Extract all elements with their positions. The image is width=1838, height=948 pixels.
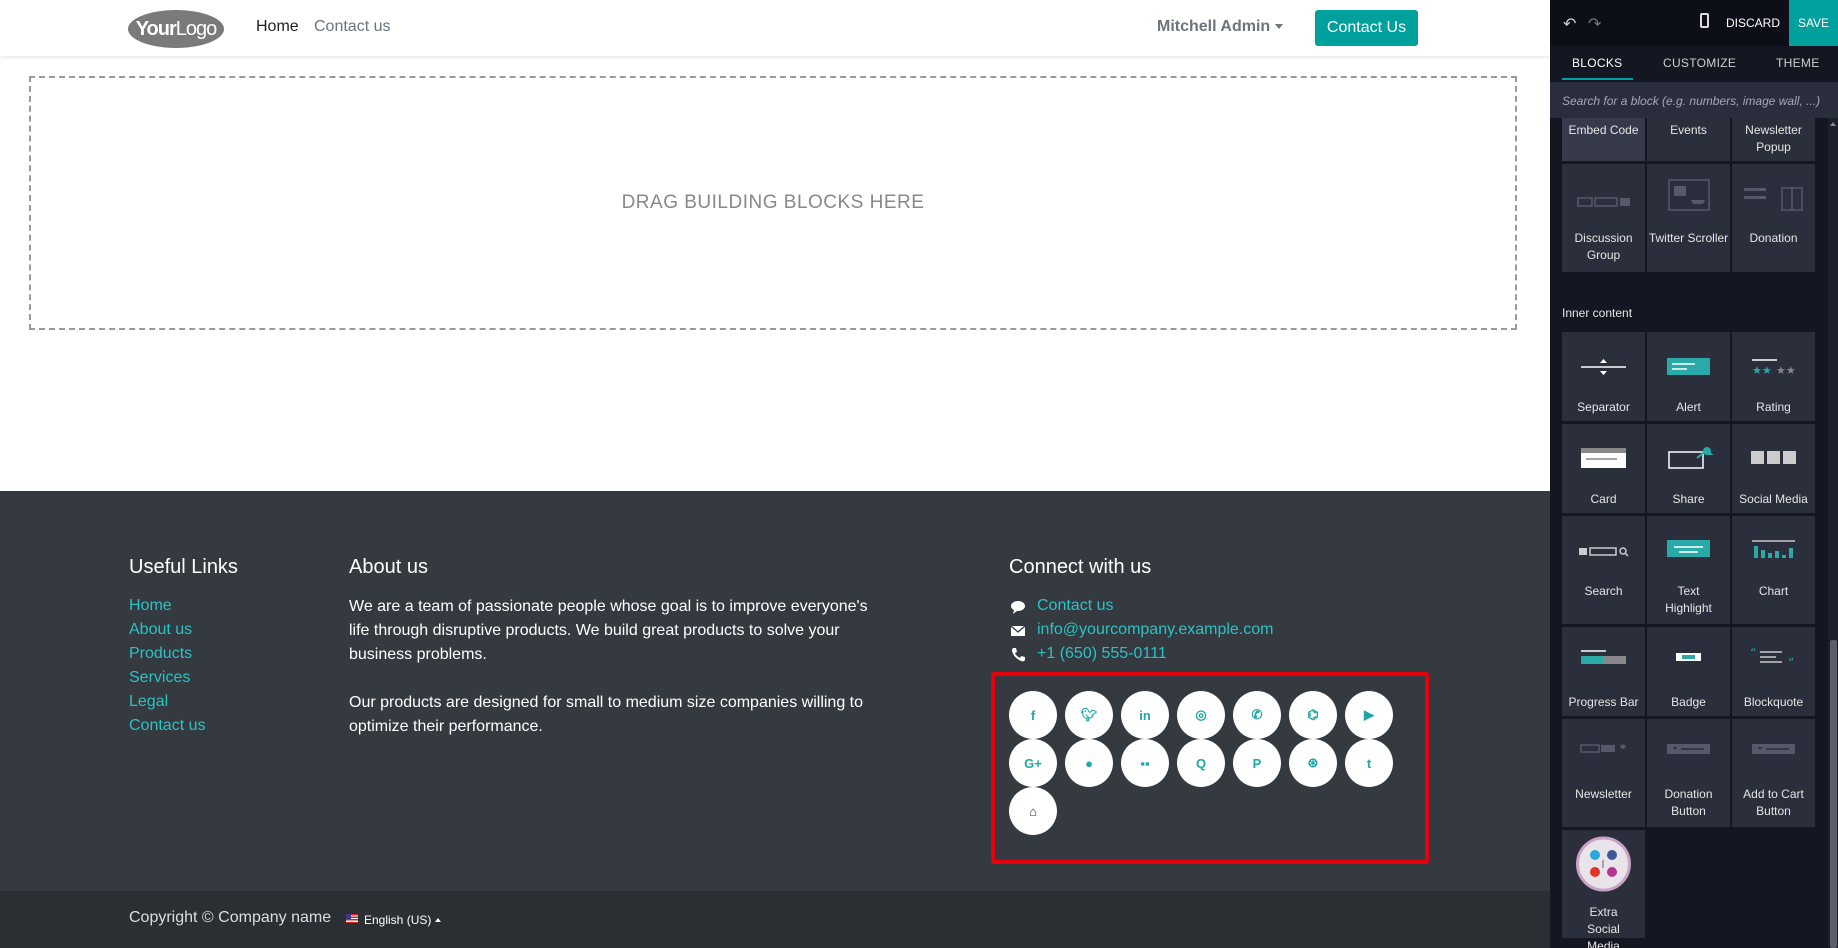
gift-icon bbox=[1744, 187, 1803, 211]
envelope-icon bbox=[1010, 625, 1026, 636]
discard-button[interactable]: DISCARD bbox=[1726, 16, 1780, 30]
block-add-to-cart-button[interactable]: Add to Cart Button bbox=[1732, 719, 1815, 827]
svg-text:”: ” bbox=[1788, 656, 1794, 670]
nav-home-link[interactable]: Home bbox=[256, 18, 299, 36]
block-events[interactable]: Events bbox=[1647, 118, 1730, 161]
block-card[interactable]: Card bbox=[1562, 424, 1645, 513]
footer-link-contact[interactable]: Contact us bbox=[129, 717, 205, 735]
editor-toolbar: ↶ ↷ DISCARD SAVE bbox=[1550, 0, 1838, 46]
footer-link-about[interactable]: About us bbox=[129, 621, 192, 639]
blockquote-icon: “” bbox=[1750, 646, 1794, 670]
block-separator[interactable]: Separator bbox=[1562, 332, 1645, 421]
redo-icon[interactable]: ↷ bbox=[1588, 14, 1601, 34]
block-search-input[interactable] bbox=[1560, 90, 1830, 112]
editor-tabs: BLOCKS CUSTOMIZE THEME bbox=[1550, 46, 1838, 82]
block-chart[interactable]: Chart bbox=[1732, 516, 1815, 624]
search-icon bbox=[1579, 547, 1629, 557]
block-twitter-scroller[interactable]: Twitter Scroller bbox=[1647, 164, 1730, 272]
badge-icon bbox=[1676, 653, 1701, 661]
language-selector[interactable]: English (US) bbox=[364, 913, 431, 927]
block-rating[interactable]: ★★ ★★ Rating bbox=[1732, 332, 1815, 421]
progress-bar-icon bbox=[1581, 650, 1626, 664]
selection-highlight bbox=[991, 672, 1429, 864]
mobile-preview-icon[interactable] bbox=[1700, 13, 1709, 28]
connect-contact-link[interactable]: Contact us bbox=[1037, 597, 1113, 615]
about-us-paragraph-1: We are a team of passionate people whose… bbox=[349, 598, 868, 663]
connect-phone-link[interactable]: +1 (650) 555-0111 bbox=[1037, 645, 1167, 663]
copyright-bar: Copyright © Company name English (US) bbox=[0, 891, 1550, 948]
phone-icon bbox=[1012, 648, 1025, 662]
extra-social-media-icon bbox=[1576, 836, 1631, 892]
about-us-title: About us bbox=[349, 556, 428, 578]
contact-us-button[interactable]: Contact Us bbox=[1315, 10, 1418, 46]
editor-panel: ↶ ↷ DISCARD SAVE BLOCKS CUSTOMIZE THEME … bbox=[1550, 0, 1838, 948]
about-us-paragraph-2: Our products are designed for small to m… bbox=[349, 694, 864, 735]
add-to-cart-icon bbox=[1752, 744, 1795, 754]
text-highlight-icon bbox=[1667, 540, 1710, 557]
connect-title: Connect with us bbox=[1009, 556, 1152, 578]
block-discussion-group[interactable]: Discussion Group bbox=[1562, 164, 1645, 272]
block-embed-code[interactable]: Embed Code bbox=[1562, 118, 1645, 161]
undo-icon[interactable]: ↶ bbox=[1563, 14, 1576, 34]
alert-icon bbox=[1667, 358, 1710, 375]
block-alert[interactable]: Alert bbox=[1647, 332, 1730, 421]
block-donation[interactable]: Donation bbox=[1732, 164, 1815, 272]
footer-link-legal[interactable]: Legal bbox=[129, 693, 168, 711]
site-logo[interactable]: YourLogo bbox=[128, 10, 224, 48]
donation-button-icon bbox=[1667, 744, 1710, 754]
svg-text:“: “ bbox=[1750, 646, 1756, 660]
website-preview: YourLogo Home Contact us Mitchell Admin … bbox=[0, 0, 1550, 948]
chart-icon bbox=[1752, 540, 1795, 558]
us-flag-icon bbox=[346, 914, 358, 923]
header: YourLogo Home Contact us Mitchell Admin … bbox=[0, 0, 1550, 56]
star-rating-icon: ★★ ★★ bbox=[1752, 359, 1796, 377]
connect-email-link[interactable]: info@yourcompany.example.com bbox=[1037, 621, 1274, 639]
copyright-text: Copyright © Company name bbox=[129, 909, 332, 926]
footer-link-products[interactable]: Products bbox=[129, 645, 192, 663]
svg-text:★★: ★★ bbox=[1752, 364, 1772, 377]
scroll-up-arrow-icon[interactable] bbox=[1830, 122, 1836, 126]
active-tab-indicator bbox=[1562, 78, 1633, 80]
user-menu[interactable]: Mitchell Admin bbox=[1157, 18, 1270, 36]
save-button[interactable]: SAVE bbox=[1789, 0, 1838, 46]
drop-zone-label: DRAG BUILDING BLOCKS HERE bbox=[621, 192, 925, 213]
block-newsletter[interactable]: Newsletter bbox=[1562, 719, 1645, 827]
scrollbar-thumb[interactable] bbox=[1830, 640, 1837, 948]
block-extra-social-media[interactable]: Extra Social Media bbox=[1562, 830, 1645, 948]
comment-icon bbox=[1011, 601, 1025, 614]
svg-text:★★: ★★ bbox=[1776, 364, 1796, 377]
block-donation-button[interactable]: Donation Button bbox=[1647, 719, 1730, 827]
twitter-scroller-icon bbox=[1668, 179, 1710, 211]
block-badge[interactable]: Badge bbox=[1647, 627, 1730, 716]
footer-link-services[interactable]: Services bbox=[129, 669, 190, 687]
share-icon bbox=[1668, 447, 1714, 469]
block-progress-bar[interactable]: Progress Bar bbox=[1562, 627, 1645, 716]
caret-up-icon[interactable] bbox=[435, 918, 441, 922]
drop-zone[interactable]: DRAG BUILDING BLOCKS HERE bbox=[29, 76, 1517, 330]
footer-link-home[interactable]: Home bbox=[129, 597, 172, 615]
block-blockquote[interactable]: “” Blockquote bbox=[1732, 627, 1815, 716]
newsletter-icon bbox=[1580, 744, 1626, 753]
block-share[interactable]: Share bbox=[1647, 424, 1730, 513]
block-newsletter-popup[interactable]: Newsletter Popup bbox=[1732, 118, 1815, 161]
discussion-group-icon bbox=[1577, 197, 1630, 207]
nav-contact-link[interactable]: Contact us bbox=[314, 18, 390, 36]
card-icon bbox=[1581, 448, 1626, 468]
caret-down-icon[interactable] bbox=[1275, 24, 1283, 29]
block-search[interactable]: Search bbox=[1562, 516, 1645, 624]
block-social-media[interactable]: Social Media bbox=[1732, 424, 1815, 513]
inner-content-title: Inner content bbox=[1562, 306, 1633, 320]
useful-links-title: Useful Links bbox=[129, 556, 238, 578]
social-media-icon bbox=[1751, 451, 1796, 464]
tab-blocks[interactable]: BLOCKS bbox=[1572, 56, 1623, 70]
tab-customize[interactable]: CUSTOMIZE bbox=[1663, 56, 1736, 70]
separator-icon bbox=[1581, 359, 1626, 375]
block-text-highlight[interactable]: Text Highlight bbox=[1647, 516, 1730, 624]
block-search bbox=[1550, 82, 1838, 118]
tab-theme[interactable]: THEME bbox=[1776, 56, 1820, 70]
